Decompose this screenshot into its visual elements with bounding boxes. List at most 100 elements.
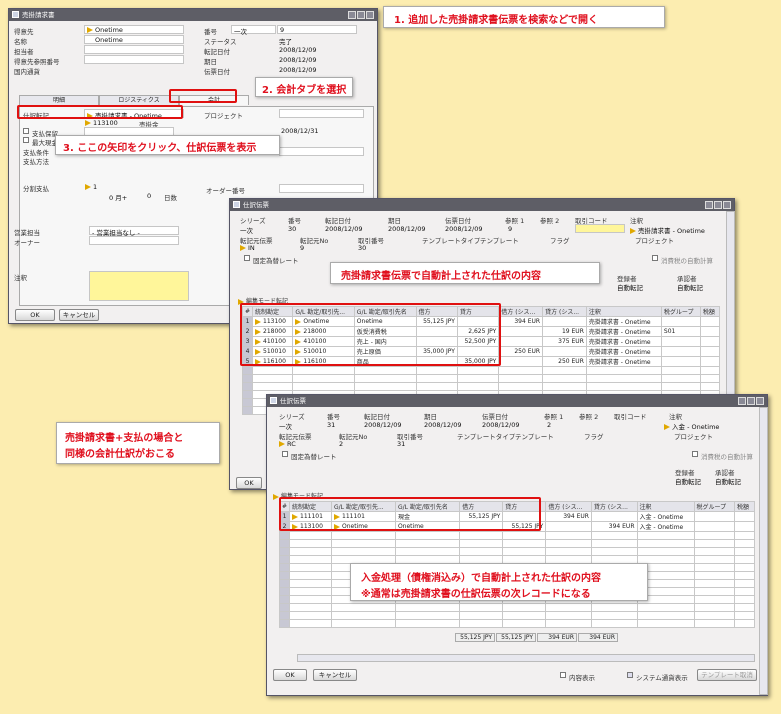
maximize-icon[interactable] <box>357 11 365 19</box>
column-header[interactable]: 借方 (シス... <box>545 501 592 512</box>
docnum-field[interactable]: 9 <box>277 25 357 34</box>
table-cell <box>545 611 592 620</box>
column-header[interactable]: 注釈 <box>585 306 662 317</box>
table-cell <box>502 619 547 628</box>
je2-remarks[interactable]: 入金 - Onetime <box>664 421 719 431</box>
table-cell <box>636 547 695 556</box>
close-icon[interactable] <box>723 201 731 209</box>
account-code[interactable]: 113100 <box>85 119 118 127</box>
link-arrow-icon[interactable] <box>87 27 93 33</box>
table-cell <box>734 539 755 548</box>
approver-value: 自動転記 <box>677 284 703 292</box>
empty-row[interactable] <box>241 382 721 391</box>
empty-row[interactable] <box>278 603 755 612</box>
days-value: 0 <box>147 192 152 200</box>
je2-h-scrollbar[interactable] <box>297 654 755 662</box>
close-icon[interactable] <box>756 397 764 405</box>
je2-scrollbar[interactable] <box>759 407 768 695</box>
table-cell <box>394 539 461 548</box>
table-cell <box>734 619 755 628</box>
je1-titlebar[interactable]: 仕訳伝票 <box>230 199 734 211</box>
empty-row[interactable] <box>241 366 721 375</box>
account-link-arrow-icon[interactable] <box>85 120 91 126</box>
installment-arrow-icon[interactable] <box>85 184 91 190</box>
name-field[interactable]: Onetime <box>84 35 184 44</box>
fixed-rate-checkbox[interactable] <box>282 451 288 457</box>
minimize-icon[interactable] <box>348 11 356 19</box>
je2-cancel-button[interactable]: キャンセル <box>313 669 357 681</box>
table-cell: 売掛請求書 - Onetime <box>585 326 662 337</box>
table-cell <box>590 547 638 556</box>
tab-logistics[interactable]: ロジスティクス <box>99 95 179 105</box>
tab-contents[interactable]: 明細 <box>19 95 99 105</box>
cell-text: 394 EUR <box>608 523 635 530</box>
column-header[interactable]: 税グループ <box>693 501 736 512</box>
close-icon[interactable] <box>366 11 374 19</box>
table-cell <box>289 539 333 548</box>
cell-text: 394 EUR <box>514 318 541 325</box>
remarks-field[interactable] <box>89 271 189 301</box>
cell-text: 売掛請求書 - Onetime <box>588 329 651 336</box>
je1-remarks[interactable]: 売掛請求書 - Onetime <box>630 225 705 235</box>
empty-row[interactable] <box>278 547 755 556</box>
empty-row[interactable] <box>278 611 755 620</box>
doc-date-value[interactable]: 2008/12/09 <box>279 66 316 74</box>
cell-text: S01 <box>663 328 676 335</box>
project-select[interactable] <box>279 109 364 118</box>
ok-button[interactable]: OK <box>15 309 55 321</box>
customer-field[interactable]: Onetime <box>84 25 184 34</box>
cust-ref-field[interactable] <box>84 55 184 64</box>
due-date-value[interactable]: 2008/12/09 <box>279 56 316 64</box>
auto-tax-checkbox[interactable] <box>692 451 698 457</box>
trans-code-field[interactable] <box>575 224 625 233</box>
empty-row[interactable] <box>278 619 755 628</box>
table-cell: 250 EUR <box>542 356 587 367</box>
je2-ok-button[interactable]: OK <box>273 669 307 681</box>
column-header[interactable]: 注釈 <box>636 501 695 512</box>
table-cell <box>331 603 396 612</box>
table-cell <box>734 563 755 572</box>
pay-block-checkbox[interactable] <box>23 128 29 134</box>
minimize-icon[interactable] <box>705 201 713 209</box>
maximize-icon[interactable] <box>714 201 722 209</box>
order-number-field[interactable] <box>279 184 364 193</box>
table-cell <box>459 619 504 628</box>
contact-select[interactable] <box>84 45 184 54</box>
table-cell: 入金 - Onetime <box>636 511 695 522</box>
posting-date-value[interactable]: 2008/12/09 <box>279 46 316 54</box>
minimize-icon[interactable] <box>738 397 746 405</box>
status-label: ステータス <box>204 38 237 46</box>
maximize-icon[interactable] <box>747 397 755 405</box>
auto-tax-checkbox[interactable] <box>652 255 658 261</box>
empty-row[interactable] <box>278 539 755 548</box>
fixed-rate-checkbox[interactable] <box>244 255 250 261</box>
max-cash-checkbox[interactable] <box>23 137 29 143</box>
column-header[interactable]: 貸方 (シス... <box>542 306 587 317</box>
column-header[interactable]: 借方 (シス... <box>498 306 544 317</box>
indicator-select[interactable] <box>279 147 364 156</box>
empty-row[interactable] <box>241 374 721 383</box>
column-header[interactable]: 税額 <box>699 306 721 317</box>
sales-emp-select[interactable]: - 営業担当なし - <box>89 226 179 237</box>
je1-ok-button[interactable]: OK <box>236 477 262 489</box>
show-sub-checkbox[interactable] <box>560 672 566 678</box>
cancel-button[interactable]: キャンセル <box>59 309 99 321</box>
invoice-titlebar[interactable]: 売掛請求書 <box>9 9 377 21</box>
je2-titlebar[interactable]: 仕訳伝票 <box>267 395 767 407</box>
installment-value[interactable]: 1 <box>85 183 97 191</box>
table-cell <box>292 374 355 383</box>
due-value[interactable]: 2008/12/31 <box>281 127 318 135</box>
table-cell <box>278 579 291 588</box>
series-select[interactable]: 一次 <box>231 25 276 36</box>
table-cell: 19 EUR <box>542 326 587 337</box>
currency-select[interactable] <box>14 65 89 74</box>
empty-row[interactable] <box>278 531 755 540</box>
owner-field[interactable] <box>89 236 179 245</box>
column-header[interactable]: 貸方 (シス... <box>590 501 638 512</box>
sys-currency-checkbox[interactable] <box>627 672 633 678</box>
column-header[interactable]: 税額 <box>734 501 755 512</box>
table-cell <box>734 595 755 604</box>
doc-date-label: 伝票日付 <box>204 68 230 76</box>
template-button[interactable]: テンプレート取消 <box>697 669 757 681</box>
column-header[interactable]: 税グループ <box>660 306 701 317</box>
